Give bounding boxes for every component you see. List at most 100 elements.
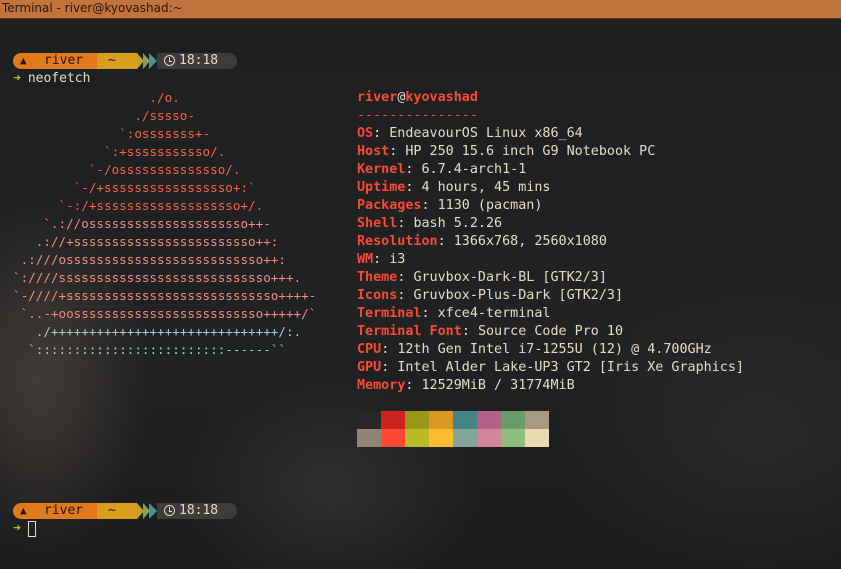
info-row: Theme: Gruvbox-Dark-BL [GTK2/3]: [357, 269, 744, 287]
info-user: river: [357, 90, 398, 105]
info-row: Terminal Font: Source Code Pro 10: [357, 323, 744, 341]
info-row: Resolution: 1366x768, 2560x1080: [357, 233, 744, 251]
info-colon: :: [405, 180, 422, 195]
info-colon: :: [397, 216, 414, 231]
info-colon: :: [421, 306, 438, 321]
info-key: OS: [357, 126, 374, 141]
color-swatch: [381, 411, 405, 429]
info-value: Intel Alder Lake-UP3 GT2 [Iris Xe Graphi…: [397, 360, 744, 375]
logo-line: `..-+oosssssssssssssssssssssssso+++++/`: [13, 306, 317, 321]
info-colon: :: [389, 144, 406, 159]
info-colon: :: [381, 342, 398, 357]
info-key: Shell: [357, 216, 398, 231]
color-swatch: [453, 411, 477, 429]
prompt-time: 18:18: [179, 503, 219, 518]
info-key: Resolution: [357, 234, 438, 249]
prompt-user-segment: ▲ river: [13, 503, 97, 519]
prompt-username: river: [44, 503, 84, 518]
info-value: 6.7.4-arch1-1: [421, 162, 527, 177]
info-value: 4 hours, 45 mins: [421, 180, 551, 195]
info-key: Icons: [357, 288, 398, 303]
prompt-time-segment: 18:18: [157, 503, 237, 519]
prompt-directory: ~: [108, 53, 116, 68]
info-key: Host: [357, 144, 390, 159]
info-row: Icons: Gruvbox-Plus-Dark [GTK2/3]: [357, 287, 744, 305]
color-swatch: [501, 411, 525, 429]
info-value: EndeavourOS Linux x86_64: [389, 126, 583, 141]
info-row: Host: HP 250 15.6 inch G9 Notebook PC: [357, 143, 744, 161]
color-swatch: [357, 429, 381, 447]
info-colon: :: [461, 324, 478, 339]
color-swatch: [357, 411, 381, 429]
system-info: river@kyovashad --------------- OS: Ende…: [357, 89, 744, 395]
info-row: OS: EndeavourOS Linux x86_64: [357, 125, 744, 143]
info-value: i3: [389, 252, 406, 267]
info-key: WM: [357, 252, 374, 267]
info-key: Theme: [357, 270, 398, 285]
info-value: 1130 (pacman): [437, 198, 543, 213]
info-key: Terminal Font: [357, 324, 462, 339]
terminal-cursor[interactable]: [27, 521, 36, 537]
info-key: Packages: [357, 198, 422, 213]
info-row: Uptime: 4 hours, 45 mins: [357, 179, 744, 197]
color-swatch: [405, 429, 429, 447]
info-row: Terminal: xfce4-terminal: [357, 305, 744, 323]
logo-line: ./o.: [13, 90, 180, 105]
info-row: Packages: 1130 (pacman): [357, 197, 744, 215]
info-row: WM: i3: [357, 251, 744, 269]
info-colon: :: [437, 234, 454, 249]
info-row: Memory: 12529MiB / 31774MiB: [357, 377, 744, 395]
clock-icon: [164, 55, 175, 66]
color-swatch: [525, 429, 549, 447]
command-text: neofetch: [27, 71, 91, 86]
info-value: bash 5.2.26: [413, 216, 503, 231]
command-line[interactable]: ➜: [13, 521, 36, 537]
info-value: 1366x768, 2560x1080: [453, 234, 607, 249]
info-key: CPU: [357, 342, 382, 357]
info-key: Uptime: [357, 180, 406, 195]
info-value: xfce4-terminal: [437, 306, 551, 321]
logo-line: `:::::::::::::::::::::::::------``: [13, 342, 286, 357]
palette-bright-row: [357, 429, 549, 447]
color-swatch: [477, 411, 501, 429]
info-colon: :: [405, 162, 422, 177]
logo-line: `-////+ssssssssssssssssssssssssssso++++-: [13, 288, 317, 303]
logo-line: `:+sssssssssso/.: [13, 144, 226, 159]
prompt-arrow-icon: ➜: [13, 521, 21, 536]
info-value: Gruvbox-Dark-BL [GTK2/3]: [413, 270, 607, 285]
info-host: kyovashad: [405, 90, 478, 105]
prompt-directory: ~: [108, 503, 116, 518]
info-value: HP 250 15.6 inch G9 Notebook PC: [405, 144, 656, 159]
logo-line: `:////ssssssssssssssssssssssssssso+++.: [13, 270, 302, 285]
info-value: 12th Gen Intel i7-1255U (12) @ 4.700GHz: [397, 342, 712, 357]
logo-line: `:osssssss+-: [13, 126, 211, 141]
powerline-chevron: [149, 503, 157, 519]
logo-line: `-/+sssssssssssssssso+:`: [13, 180, 256, 195]
info-colon: :: [421, 198, 438, 213]
info-value: 12529MiB / 31774MiB: [421, 378, 575, 393]
prompt-dir-segment: ~: [97, 503, 137, 519]
info-key: Terminal: [357, 306, 422, 321]
color-swatch: [429, 411, 453, 429]
info-row: CPU: 12th Gen Intel i7-1255U (12) @ 4.70…: [357, 341, 744, 359]
window-titlebar[interactable]: Terminal - river@kyovashad:~: [0, 0, 841, 19]
window-title: Terminal - river@kyovashad:~: [2, 1, 183, 15]
color-swatch: [477, 429, 501, 447]
color-swatch: [429, 429, 453, 447]
info-colon: :: [373, 252, 390, 267]
flame-icon: ▲: [20, 54, 27, 67]
logo-line: .:///ossssssssssssssssssssssssso++:: [13, 252, 286, 267]
logo-line: .://+ssssssssssssssssssssssso++:: [13, 234, 279, 249]
color-swatch: [525, 411, 549, 429]
logo-line: `-/ossssssssssssso/.: [13, 162, 241, 177]
color-swatch: [405, 411, 429, 429]
info-key: Kernel: [357, 162, 406, 177]
user-host-line: river@kyovashad: [357, 89, 744, 107]
color-swatch: [381, 429, 405, 447]
prompt-time: 18:18: [179, 53, 219, 68]
command-line: ➜ neofetch: [13, 71, 90, 87]
color-swatch: [501, 429, 525, 447]
logo-line: ./sssso-: [13, 108, 195, 123]
prompt-time-segment: 18:18: [157, 53, 237, 69]
info-colon: :: [397, 270, 414, 285]
